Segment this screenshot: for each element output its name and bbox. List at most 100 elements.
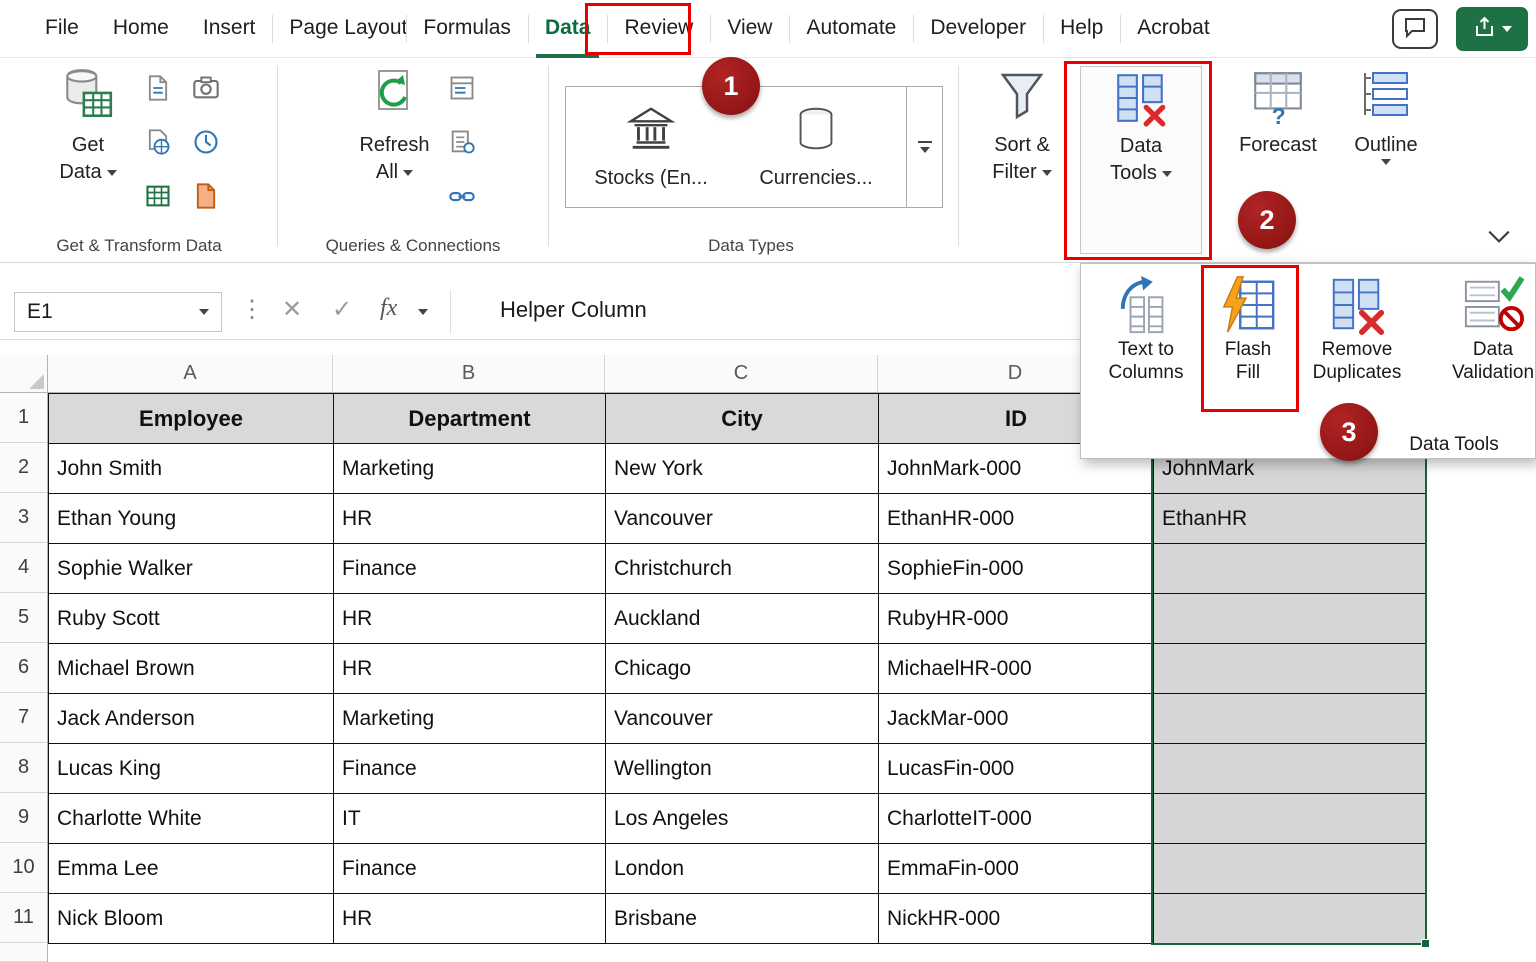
cell[interactable]: RubyHR-000 [879,594,1154,644]
cell[interactable]: Michael Brown [49,644,334,694]
name-box[interactable]: E1 [14,292,222,332]
row-header-3[interactable]: 3 [0,493,47,543]
row-header-1[interactable]: 1 [0,393,47,443]
text-to-columns-button[interactable]: Text to Columns [1093,272,1199,384]
enter-button[interactable]: ✓ [332,295,352,324]
from-text-csv-icon[interactable] [140,70,176,106]
cell[interactable]: Department [334,394,606,444]
tab-developer[interactable]: Developer [913,0,1043,58]
cell[interactable]: Nick Bloom [49,894,334,944]
cell[interactable]: New York [606,444,879,494]
refresh-all-button[interactable]: Refresh All [342,66,447,186]
cell[interactable]: EthanHR [1154,494,1426,544]
row-header-8[interactable]: 8 [0,743,47,793]
cancel-button[interactable]: ✕ [282,295,302,324]
cell[interactable]: Charlotte White [49,794,334,844]
data-validation-button[interactable]: Data Validation [1438,272,1536,384]
cell[interactable]: Ruby Scott [49,594,334,644]
cell[interactable]: Brisbane [606,894,879,944]
cell[interactable]: SophieFin-000 [879,544,1154,594]
cell[interactable]: Auckland [606,594,879,644]
cell[interactable] [1154,894,1426,944]
tab-review[interactable]: Review [607,0,710,58]
drag-handle-icon[interactable]: ⋮ [240,295,264,324]
queries-connections-icon[interactable] [444,70,480,106]
tab-page-layout[interactable]: Page Layout [272,0,406,58]
cell[interactable] [1154,594,1426,644]
cell[interactable] [1154,794,1426,844]
column-header-B[interactable]: B [333,355,605,392]
cell[interactable]: EthanHR-000 [879,494,1154,544]
cell[interactable]: HR [334,594,606,644]
cell[interactable]: Christchurch [606,544,879,594]
row-header-7[interactable]: 7 [0,693,47,743]
cell[interactable]: EmmaFin-000 [879,844,1154,894]
row-header-9[interactable]: 9 [0,793,47,843]
cell[interactable]: Los Angeles [606,794,879,844]
cell[interactable]: Finance [334,844,606,894]
tab-acrobat[interactable]: Acrobat [1120,0,1226,58]
recent-sources-icon[interactable] [188,124,224,160]
cell[interactable]: Marketing [334,694,606,744]
row-header-5[interactable]: 5 [0,593,47,643]
cell[interactable]: City [606,394,879,444]
from-table-icon[interactable] [140,178,176,214]
cell[interactable]: John Smith [49,444,334,494]
share-button[interactable] [1456,7,1528,51]
tab-automate[interactable]: Automate [789,0,913,58]
select-all-corner[interactable] [0,355,48,393]
tab-view[interactable]: View [710,0,789,58]
row-header-11[interactable]: 11 [0,893,47,943]
stocks-button[interactable]: Stocks (En... [576,91,726,190]
tab-home[interactable]: Home [96,0,186,58]
cell[interactable]: Chicago [606,644,879,694]
tab-file[interactable]: File [28,0,96,58]
cell[interactable] [1154,744,1426,794]
cell[interactable] [1154,644,1426,694]
tab-insert[interactable]: Insert [186,0,273,58]
cell[interactable]: NickHR-000 [879,894,1154,944]
cell[interactable]: Vancouver [606,694,879,744]
tab-data[interactable]: Data [528,0,608,58]
tab-formulas[interactable]: Formulas [406,0,528,58]
sort-filter-button[interactable]: Sort & Filter [972,66,1072,186]
cell[interactable]: HR [334,494,606,544]
cell[interactable] [1154,544,1426,594]
cell[interactable]: Wellington [606,744,879,794]
cell[interactable]: Finance [334,544,606,594]
from-web-icon[interactable] [140,124,176,160]
insert-function-button[interactable]: fx [380,295,397,322]
row-header-6[interactable]: 6 [0,643,47,693]
cell[interactable]: Sophie Walker [49,544,334,594]
cell[interactable]: Finance [334,744,606,794]
row-header-10[interactable]: 10 [0,843,47,893]
cell[interactable]: London [606,844,879,894]
cell[interactable]: Emma Lee [49,844,334,894]
comments-button[interactable] [1392,9,1438,49]
cell[interactable]: Marketing [334,444,606,494]
cell[interactable]: HR [334,894,606,944]
column-header-C[interactable]: C [605,355,878,392]
cell[interactable]: Ethan Young [49,494,334,544]
cell[interactable]: Jack Anderson [49,694,334,744]
tab-help[interactable]: Help [1043,0,1120,58]
workbook-links-icon[interactable] [444,178,480,214]
cell[interactable]: JackMar-000 [879,694,1154,744]
data-tools-button[interactable]: Data Tools [1080,66,1202,254]
get-data-button[interactable]: Get Data [38,66,138,186]
remove-duplicates-button[interactable]: Remove Duplicates [1297,272,1417,384]
flash-fill-button[interactable]: Flash Fill [1198,272,1298,384]
cell[interactable] [1154,844,1426,894]
cell[interactable]: Lucas King [49,744,334,794]
from-picture-icon[interactable] [188,70,224,106]
cell[interactable]: LucasFin-000 [879,744,1154,794]
currencies-button[interactable]: Currencies... [736,91,896,190]
cell[interactable]: Employee [49,394,334,444]
formula-input[interactable]: Helper Column [500,297,647,323]
row-header-4[interactable]: 4 [0,543,47,593]
column-header-A[interactable]: A [48,355,333,392]
cell[interactable]: MichaelHR-000 [879,644,1154,694]
cell[interactable]: Vancouver [606,494,879,544]
cell[interactable]: HR [334,644,606,694]
row-header-2[interactable]: 2 [0,443,47,493]
